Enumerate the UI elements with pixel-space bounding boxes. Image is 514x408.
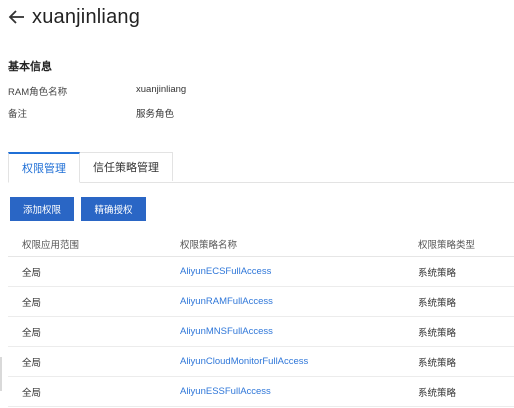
permission-table: 权限应用范围 权限策略名称 权限策略类型 全局 AliyunECSFullAcc… (8, 232, 514, 407)
policy-link[interactable]: AliyunECSFullAccess (180, 266, 271, 277)
policy-link[interactable]: AliyunMNSFullAccess (180, 326, 273, 337)
note-label: 备注 (8, 109, 28, 120)
page-title: xuanjinliang (32, 5, 141, 28)
table-row: 全局 AliyunMNSFullAccess 系统策略 (8, 317, 514, 347)
tab-permission-management[interactable]: 权限管理 (8, 152, 80, 183)
table-row: 全局 AliyunECSFullAccess 系统策略 (8, 257, 514, 287)
policy-link[interactable]: AliyunESSFullAccess (180, 386, 271, 397)
page: xuanjinliang 基本信息 RAM角色名称 xuanjinliang 备… (0, 0, 514, 408)
arrow-left-icon[interactable] (8, 8, 26, 26)
policy-type-cell: 系统策略 (418, 327, 457, 339)
scope-cell: 全局 (22, 357, 42, 369)
note-value: 服务角色 (136, 109, 175, 120)
scope-cell: 全局 (22, 297, 42, 309)
column-header-policy-type: 权限策略类型 (418, 240, 476, 251)
tab-trust-policy-management[interactable]: 信任策略管理 (80, 152, 173, 181)
scope-cell: 全局 (22, 327, 42, 339)
table-row: 全局 AliyunCloudMonitorFullAccess 系统策略 (8, 347, 514, 377)
table-header: 权限应用范围 权限策略名称 权限策略类型 (8, 232, 514, 257)
scope-cell: 全局 (22, 387, 42, 399)
policy-type-cell: 系统策略 (418, 357, 457, 369)
policy-link[interactable]: AliyunRAMFullAccess (180, 296, 273, 307)
table-row: 全局 AliyunRAMFullAccess 系统策略 (8, 287, 514, 317)
table-row: 全局 AliyunESSFullAccess 系统策略 (8, 377, 514, 407)
policy-type-cell: 系统策略 (418, 297, 457, 309)
column-header-scope: 权限应用范围 (22, 240, 80, 251)
role-name-label: RAM角色名称 (8, 87, 68, 98)
role-name-value: xuanjinliang (136, 84, 187, 95)
scroll-marker (0, 357, 2, 391)
tab-bar: 权限管理 信任策略管理 (8, 152, 514, 183)
column-header-policy-name: 权限策略名称 (180, 240, 238, 251)
policy-type-cell: 系统策略 (418, 387, 457, 399)
role-name-row: RAM角色名称 xuanjinliang (8, 84, 186, 98)
note-row: 备注 服务角色 (8, 106, 174, 120)
policy-link[interactable]: AliyunCloudMonitorFullAccess (180, 356, 308, 367)
policy-type-cell: 系统策略 (418, 267, 457, 279)
precise-grant-button[interactable]: 精确授权 (81, 197, 146, 221)
add-permission-button[interactable]: 添加权限 (10, 197, 74, 221)
basic-info-title: 基本信息 (8, 61, 52, 73)
page-header: xuanjinliang (8, 4, 140, 30)
scope-cell: 全局 (22, 267, 42, 279)
